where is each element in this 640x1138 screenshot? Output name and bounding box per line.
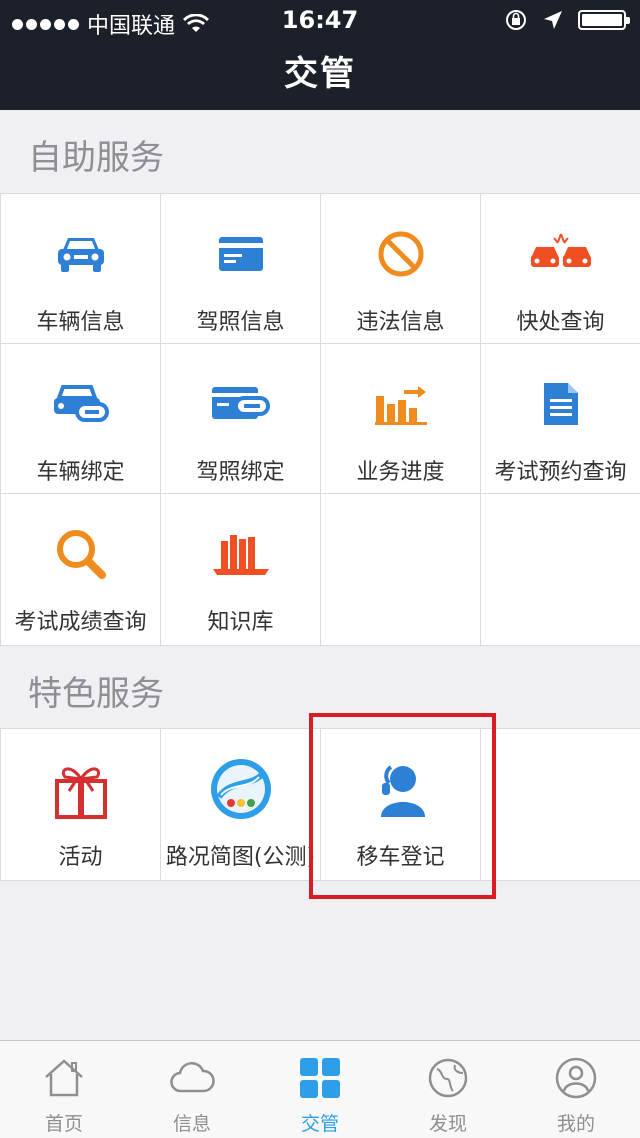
- tab-label: 我的: [556, 1113, 595, 1135]
- self-service-item-knowledge-base[interactable]: 知识库: [161, 494, 320, 645]
- status-bar: 中国联通 16:47: [0, 0, 640, 42]
- self-service-grid: 车辆信息 驾照信息 违法信息 快处查询 车辆绑定 驾照绑定 业务进度 考试预约查…: [0, 193, 640, 646]
- books-icon: [209, 522, 273, 586]
- rotation-lock-icon: [506, 10, 526, 30]
- app-header: 中国联通 16:47 交管: [0, 0, 640, 110]
- self-service-item-license-info[interactable]: 驾照信息: [161, 194, 320, 343]
- battery-icon: [578, 10, 630, 30]
- self-service-item-label: 驾照绑定: [196, 460, 285, 485]
- car-accident-icon: [529, 222, 593, 286]
- car-icon: [49, 222, 113, 286]
- self-service-item-violation-info[interactable]: 违法信息: [321, 194, 480, 343]
- featured-service-empty-cell: [481, 729, 640, 880]
- car-link-icon: [49, 372, 113, 436]
- self-service-item-exam-appointment[interactable]: 考试预约查询: [481, 344, 640, 493]
- tab-label: 信息: [172, 1113, 211, 1135]
- self-service-item-label: 考试成绩查询: [14, 610, 147, 635]
- self-service-item-quick-claim[interactable]: 快处查询: [481, 194, 640, 343]
- tab-discover[interactable]: 发现: [384, 1041, 512, 1138]
- home-icon: [41, 1055, 87, 1101]
- featured-service-item-activity[interactable]: 活动: [1, 729, 160, 880]
- prohibited-icon: [369, 222, 433, 286]
- self-service-item-label: 驾照信息: [196, 310, 285, 335]
- self-service-item-label: 车辆信息: [36, 310, 125, 335]
- cloud-icon: [169, 1055, 215, 1101]
- tab-label: 发现: [428, 1113, 467, 1135]
- featured-service-item-move-car-registration[interactable]: 移车登记: [321, 729, 480, 880]
- status-right: [504, 8, 630, 32]
- self-service-item-label: 违法信息: [356, 310, 445, 335]
- self-service-empty-cell: [481, 494, 640, 645]
- progress-chart-icon: [369, 372, 433, 436]
- self-service-item-label: 考试预约查询: [494, 460, 627, 485]
- road-map-icon: [209, 757, 273, 821]
- self-service-item-vehicle-info[interactable]: 车辆信息: [1, 194, 160, 343]
- featured-service-item-label: 移车登记: [356, 845, 445, 870]
- self-service-item-license-binding[interactable]: 驾照绑定: [161, 344, 320, 493]
- user-icon: [553, 1055, 599, 1101]
- featured-service-item-label: 活动: [58, 845, 103, 870]
- self-service-item-label: 车辆绑定: [36, 460, 125, 485]
- self-service-item-label: 快处查询: [516, 310, 605, 335]
- self-service-item-label: 业务进度: [356, 460, 445, 485]
- self-service-item-exam-score[interactable]: 考试成绩查询: [1, 494, 160, 645]
- license-card-icon: [209, 222, 273, 286]
- globe-icon: [425, 1055, 471, 1101]
- tab-label: 首页: [44, 1113, 83, 1135]
- tab-home[interactable]: 首页: [0, 1041, 128, 1138]
- section-title-self-service: 自助服务: [28, 138, 164, 178]
- gift-icon: [49, 757, 113, 821]
- featured-service-grid: 活动 路况简图(公测) 移车登记: [0, 728, 640, 881]
- location-arrow-icon: [544, 11, 562, 29]
- self-service-empty-cell: [321, 494, 480, 645]
- tab-bar: 首页 信息 交管 发现 我的: [0, 1040, 640, 1138]
- tab-traffic-management[interactable]: 交管: [256, 1041, 384, 1138]
- self-service-item-vehicle-binding[interactable]: 车辆绑定: [1, 344, 160, 493]
- self-service-item-business-progress[interactable]: 业务进度: [321, 344, 480, 493]
- tab-label: 交管: [300, 1113, 339, 1135]
- featured-service-item-label: 路况简图(公测): [165, 845, 316, 870]
- magnifier-icon: [49, 522, 113, 586]
- tab-info[interactable]: 信息: [128, 1041, 256, 1138]
- section-title-featured-service: 特色服务: [28, 674, 164, 714]
- operator-icon: [369, 757, 433, 821]
- page-title: 交管: [284, 54, 356, 94]
- license-link-icon: [209, 372, 273, 436]
- grid-icon: [297, 1055, 343, 1101]
- tab-mine[interactable]: 我的: [512, 1041, 640, 1138]
- self-service-item-label: 知识库: [207, 610, 274, 635]
- featured-service-item-road-map[interactable]: 路况简图(公测): [161, 729, 320, 880]
- document-icon: [529, 372, 593, 436]
